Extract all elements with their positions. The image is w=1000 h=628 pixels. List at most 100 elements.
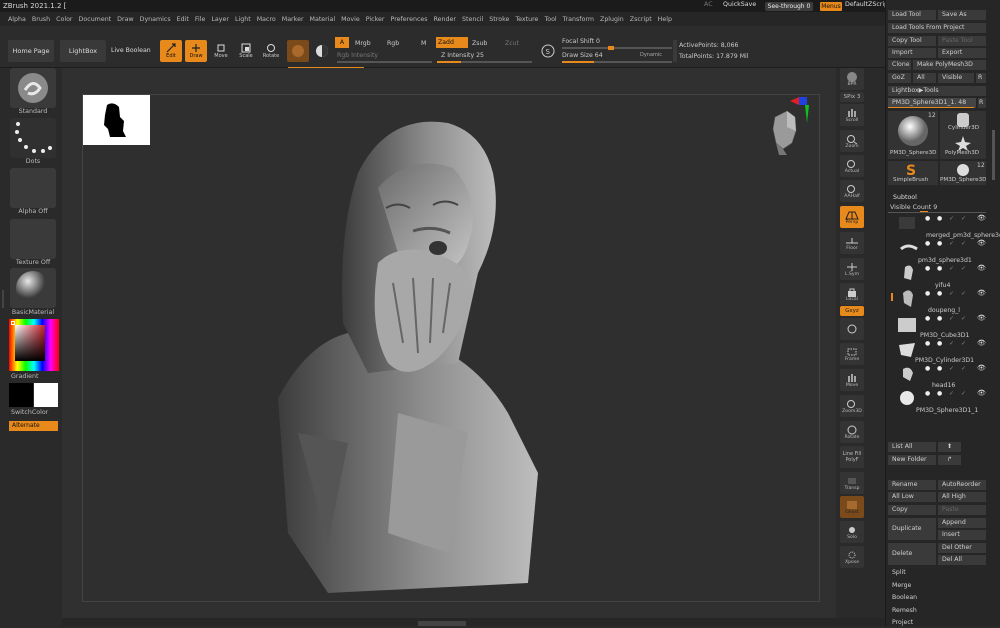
menu-item-help[interactable]: Help [658, 16, 672, 23]
move-view-button[interactable]: Move [840, 369, 864, 391]
delete-button[interactable]: Delete [888, 543, 936, 565]
check-icon[interactable]: ✓ [961, 390, 966, 397]
rotate-axis-button[interactable] [840, 318, 864, 340]
autoreorder-button[interactable]: AutoReorder [938, 480, 986, 490]
move-up-button[interactable]: ⬆ [938, 442, 961, 452]
subtool-item-name[interactable]: head16 [932, 382, 955, 389]
menu-item-stencil[interactable]: Stencil [462, 16, 483, 23]
check-icon[interactable]: ✓ [961, 340, 966, 347]
check-icon[interactable]: ✓ [961, 215, 966, 222]
alternate-button[interactable]: Alternate [9, 421, 58, 431]
subtool-toggle-icon[interactable]: ● [925, 315, 930, 322]
subtool-toggle-icon[interactable]: ● [925, 340, 930, 347]
rgb-intensity-slider[interactable]: Rgb Intensity [337, 52, 378, 59]
actual-button[interactable]: Actual [840, 155, 864, 177]
scale-mode-button[interactable]: Scale [235, 40, 257, 62]
menus-button[interactable]: Menus [820, 2, 842, 11]
see-through-slider[interactable]: See-through 0 [765, 2, 813, 11]
subtool-toggle-icon[interactable]: ● [937, 290, 942, 297]
eye-icon[interactable]: 👁 [977, 364, 986, 372]
menu-item-edit[interactable]: Edit [177, 16, 189, 23]
project-menu[interactable]: Project [888, 618, 986, 628]
visible-count-slider[interactable]: Visible Count 9 [890, 204, 937, 211]
bpr-render-button[interactable]: BPR [840, 68, 864, 90]
subtool-item-name[interactable]: merged_pm3d_sphere3d_1_cop [926, 232, 1000, 239]
scroll-button[interactable]: Scroll [840, 104, 864, 126]
load-tool-button[interactable]: Load Tool [888, 10, 936, 20]
m-toggle[interactable]: M [421, 40, 426, 47]
rgb-color-button[interactable] [311, 40, 333, 62]
make-polymesh3d-button[interactable]: Make PolyMesh3D [913, 60, 986, 70]
subtool-thumbnails[interactable] [895, 215, 925, 415]
bottom-shelf-handle[interactable] [418, 621, 466, 626]
color-picker[interactable] [9, 319, 59, 371]
lightbox-tools-button[interactable]: Lightbox▶Tools [888, 86, 986, 96]
menu-item-texture[interactable]: Texture [515, 16, 538, 23]
subtool-toggle-icon[interactable]: ● [937, 265, 942, 272]
edit-mode-button[interactable]: Edit [160, 40, 182, 62]
goz-visible-button[interactable]: Visible [938, 73, 974, 83]
eye-icon[interactable]: 👁 [977, 264, 986, 272]
subtool-header[interactable]: Subtool [893, 194, 917, 201]
local-button[interactable]: Local [840, 283, 864, 305]
rename-button[interactable]: Rename [888, 480, 936, 490]
paste-subtool-button[interactable]: Paste [938, 505, 986, 515]
orientation-gizmo[interactable] [763, 95, 819, 161]
persp-button[interactable]: Persp [840, 206, 864, 228]
menu-item-color[interactable]: Color [56, 16, 72, 23]
subtool-item-name[interactable]: PM3D_Cube3D1 [920, 332, 969, 339]
del-other-button[interactable]: Del Other [938, 543, 986, 553]
lightbox-button[interactable]: LightBox [60, 40, 106, 62]
current-tool-r-button[interactable]: R [978, 98, 986, 108]
zoom-button[interactable]: Zoom [840, 130, 864, 152]
all-high-button[interactable]: All High [938, 492, 986, 502]
zsub-toggle[interactable]: Zsub [472, 40, 487, 47]
floor-button[interactable]: Floor [840, 232, 864, 254]
subtool-toggle-icon[interactable]: ● [937, 340, 942, 347]
default-zscript-button[interactable]: DefaultZScript [845, 1, 891, 8]
check-icon[interactable]: ✓ [949, 240, 954, 247]
menu-item-render[interactable]: Render [434, 16, 456, 23]
transp-button[interactable]: Transp [840, 472, 864, 494]
rotate-mode-button[interactable]: Rotate [260, 40, 282, 62]
material-swatch-button[interactable] [287, 40, 309, 62]
zoom3d-button[interactable]: Zoom3D [840, 395, 864, 417]
eye-icon[interactable]: 👁 [977, 214, 986, 222]
spix-slider[interactable]: SPix 3 [840, 92, 864, 102]
subtool-item-name[interactable]: doupeng_l [928, 307, 960, 314]
menu-item-picker[interactable]: Picker [366, 16, 385, 23]
menu-item-brush[interactable]: Brush [32, 16, 50, 23]
import-button[interactable]: Import [888, 48, 936, 58]
ghost-button[interactable]: Ghost [840, 496, 864, 518]
subtool-toggle-icon[interactable]: ● [925, 265, 930, 272]
left-shelf-scroll[interactable] [2, 290, 4, 308]
subtool-toggle-icon[interactable]: ● [937, 365, 942, 372]
menu-item-layer[interactable]: Layer [211, 16, 229, 23]
append-button[interactable]: Append [938, 518, 986, 528]
menu-item-transform[interactable]: Transform [563, 16, 594, 23]
draw-size-slider[interactable]: Draw Size 64 [562, 52, 603, 59]
clone-button[interactable]: Clone [888, 60, 911, 70]
duplicate-button[interactable]: Duplicate [888, 518, 936, 540]
menu-item-light[interactable]: Light [235, 16, 251, 23]
eye-icon[interactable]: 👁 [977, 289, 986, 297]
menu-item-stroke[interactable]: Stroke [489, 16, 509, 23]
menu-item-tool[interactable]: Tool [544, 16, 556, 23]
a-toggle[interactable]: A [335, 37, 349, 48]
eye-icon[interactable]: 👁 [977, 239, 986, 247]
alpha-thumbnail[interactable] [10, 168, 56, 208]
subtool-toggle-icon[interactable]: ● [925, 240, 930, 247]
check-icon[interactable]: ✓ [949, 290, 954, 297]
boolean-menu[interactable]: Boolean [888, 593, 986, 603]
menu-item-document[interactable]: Document [79, 16, 112, 23]
check-icon[interactable]: ✓ [949, 365, 954, 372]
all-low-button[interactable]: All Low [888, 492, 936, 502]
focal-shift-slider[interactable]: Focal Shift 0 [562, 38, 600, 45]
check-icon[interactable]: ✓ [949, 390, 954, 397]
frame-button[interactable]: Frame [840, 343, 864, 365]
lsym-button[interactable]: L.Sym [840, 258, 864, 280]
texture-thumbnail[interactable] [10, 219, 56, 259]
menu-item-dynamics[interactable]: Dynamics [140, 16, 171, 23]
subtool-toggle-icon[interactable]: ● [925, 365, 930, 372]
save-as-button[interactable]: Save As [938, 10, 986, 20]
